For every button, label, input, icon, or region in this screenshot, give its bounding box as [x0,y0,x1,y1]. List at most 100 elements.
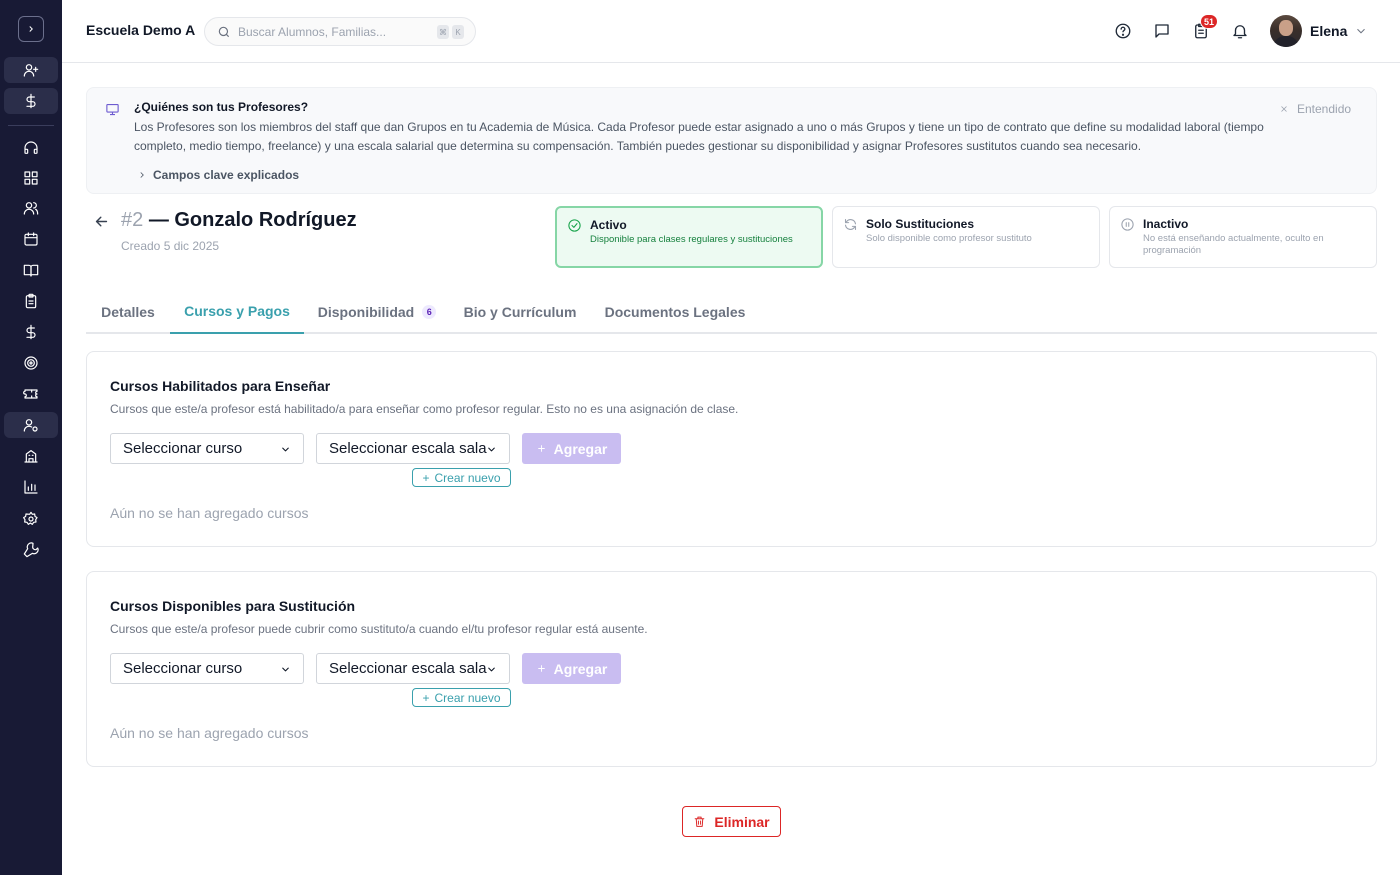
status-title: Solo Sustituciones [866,217,975,231]
sidebar-expand-button[interactable] [18,16,44,42]
info-banner: ¿Quiénes son tus Profesores? Los Profeso… [86,87,1377,194]
help-button[interactable] [1113,21,1133,41]
arrow-left-icon [95,216,108,227]
sidebar-item-tools[interactable] [4,537,58,563]
banner-title: ¿Quiénes son tus Profesores? [134,100,309,114]
status-option-active[interactable]: Activo Disponible para clases regulares … [555,206,823,268]
tab-bio-resume[interactable]: Bio y Currículum [450,290,590,334]
key-fields-toggle[interactable]: Campos clave explicados [137,168,299,182]
teacher-number: #2 [121,209,144,231]
sidebar-item-users[interactable] [4,195,58,221]
status-description: Solo disponible como profesor sustituto [866,233,1032,244]
sidebar-item-dollar[interactable] [4,88,58,114]
enabled-courses-section: Cursos Habilitados para Enseñar Cursos q… [86,351,1377,547]
sidebar-item-teachers[interactable] [4,412,58,438]
grid-icon [24,171,38,185]
delete-label: Eliminar [714,813,770,830]
tab-legal-documents[interactable]: Documentos Legales [590,290,760,334]
status-option-substitutes[interactable]: Solo Sustituciones Solo disponible como … [832,206,1100,268]
sidebar-item-calendar[interactable] [4,226,58,252]
create-label: Crear nuevo [434,690,501,705]
add-course-button[interactable]: Agregar [522,433,621,464]
create-new-scale-button[interactable]: + Crear nuevo [412,688,511,707]
back-button[interactable] [93,213,111,231]
tab-courses-payments[interactable]: Cursos y Pagos [170,290,304,334]
presentation-icon [105,102,121,118]
sidebar [0,0,62,875]
status-option-inactive[interactable]: Inactivo No está enseñando actualmente, … [1109,206,1377,268]
trash-icon [695,816,705,827]
shortcut-key-k: K [452,25,464,39]
search-icon [218,26,230,38]
tab-bar: Detalles Cursos y Pagos Disponibilidad 6… [86,290,1377,334]
user-avatar[interactable] [1270,15,1302,47]
sidebar-item-clipboard[interactable] [4,288,58,314]
user-menu-toggle[interactable] [1354,24,1368,38]
check-circle-icon [567,218,582,233]
users-icon [23,202,39,215]
wrench-icon [23,542,39,558]
sidebar-item-building[interactable] [4,443,58,469]
book-open-icon [23,264,39,277]
sidebar-item-support[interactable] [4,135,58,161]
section-subtitle: Cursos que este/a profesor puede cubrir … [110,622,648,636]
sidebar-divider [8,125,54,126]
add-label: Agregar [553,440,608,457]
course-select-value: Seleccionar curso [123,440,243,457]
chevron-down-icon [1357,28,1365,34]
top-header: Escuela Demo A ⌘ K 51 Elena [62,0,1400,63]
help-circle-icon [1115,23,1131,39]
tab-details[interactable]: Detalles [86,290,170,334]
search-input[interactable] [238,23,428,41]
sidebar-item-ticket[interactable] [4,381,58,407]
add-label: Agregar [553,660,608,677]
course-select[interactable]: Seleccionar curso [110,433,304,464]
sidebar-item-dashboard[interactable] [4,165,58,191]
tab-availability[interactable]: Disponibilidad 6 [304,290,450,334]
target-icon [24,356,38,370]
section-title: Cursos Habilitados para Enseñar [110,378,331,394]
tasks-badge: 51 [1200,14,1219,29]
bell-icon [1233,25,1247,39]
clipboard-icon [25,293,37,309]
sidebar-item-settings[interactable] [4,506,58,532]
scale-select-value: Seleccionar escala sala [329,660,487,677]
user-name[interactable]: Elena [1310,23,1347,39]
page-title: #2 — Gonzalo Rodríguez [121,209,357,232]
sidebar-item-target[interactable] [4,350,58,376]
chevron-right-icon [29,26,33,32]
sidebar-item-payments[interactable] [4,319,58,345]
plus-icon: + [422,690,430,705]
plus-icon [537,665,545,672]
sidebar-item-courses[interactable] [4,257,58,283]
message-square-icon [1155,24,1169,38]
gear-icon [23,511,38,525]
key-fields-label: Campos clave explicados [153,168,300,182]
status-title: Activo [590,218,627,232]
add-course-button[interactable]: Agregar [522,653,621,684]
pause-circle-icon [1120,217,1135,232]
empty-state: Aún no se han agregado cursos [110,505,309,521]
status-title: Inactivo [1143,217,1189,231]
banner-description: Los Profesores son los miembros del staf… [134,120,1264,153]
create-new-scale-button[interactable]: + Crear nuevo [412,468,511,487]
dismiss-banner-button[interactable]: Entendido [1279,102,1351,116]
headset-icon [24,141,38,154]
course-select[interactable]: Seleccionar curso [110,653,304,684]
salary-scale-select[interactable]: Seleccionar escala sala [316,433,510,464]
messages-button[interactable] [1152,21,1172,41]
notifications-button[interactable] [1230,21,1250,41]
delete-teacher-button[interactable]: Eliminar [682,806,781,837]
salary-scale-select[interactable]: Seleccionar escala sala [316,653,510,684]
dollar-icon [26,324,36,340]
sidebar-item-reports[interactable] [4,474,58,500]
teacher-name: — Gonzalo Rodríguez [148,209,357,231]
substitute-courses-section: Cursos Disponibles para Sustitución Curs… [86,571,1377,767]
create-label: Crear nuevo [434,470,501,485]
sidebar-item-add-user[interactable] [4,57,58,83]
created-date: Creado 5 dic 2025 [121,239,220,253]
plus-icon: + [422,470,430,485]
global-search[interactable]: ⌘ K [204,17,476,46]
close-icon [1281,106,1287,112]
empty-state: Aún no se han agregado cursos [110,725,309,741]
